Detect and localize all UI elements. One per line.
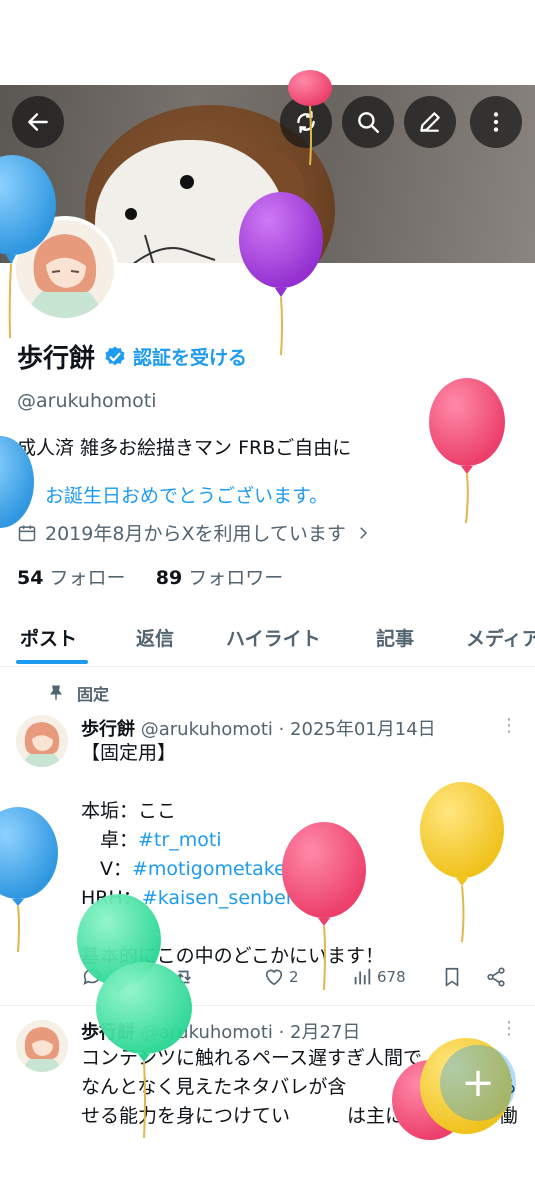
- balloon-blue: [0, 436, 34, 528]
- balloon-pink: [429, 378, 505, 524]
- balloon-blue: [0, 807, 58, 953]
- plus-icon: +: [461, 1060, 495, 1106]
- balloon-green: [96, 962, 192, 1139]
- balloon-yellow: [420, 782, 504, 943]
- balloon-purple: [239, 192, 323, 356]
- balloon-pink: [282, 822, 366, 991]
- birthday-balloons: [0, 70, 512, 1140]
- balloon-pink: [288, 70, 332, 166]
- balloon-blue: [0, 155, 56, 339]
- compose-fab-button[interactable]: +: [440, 1045, 516, 1121]
